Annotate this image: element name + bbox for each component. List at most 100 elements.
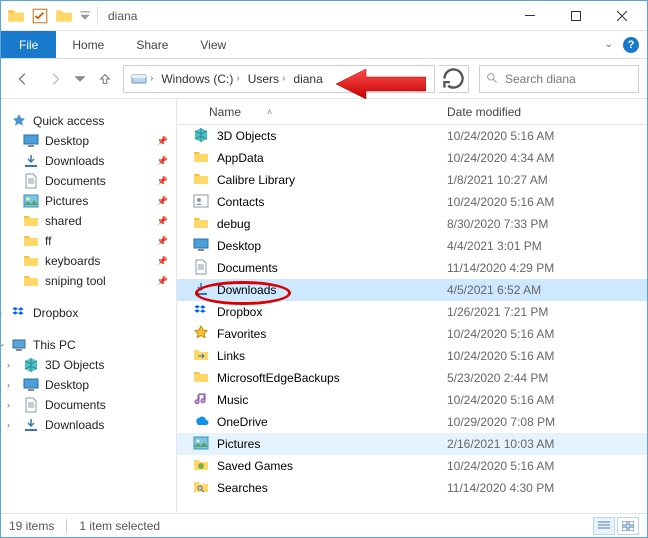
ribbon-expand-icon[interactable]: ⌄ — [605, 39, 613, 50]
qat-dropdown-icon[interactable] — [79, 7, 91, 25]
minimize-button[interactable] — [507, 1, 553, 31]
sidebar-item[interactable]: ff📌 — [1, 231, 176, 251]
sidebar-item[interactable]: › Documents — [1, 395, 176, 415]
breadcrumb-segment[interactable]: diana — [290, 72, 325, 86]
columns-header[interactable]: Name ˄ Date modified — [177, 99, 647, 125]
file-icon — [193, 303, 209, 322]
pin-icon: 📌 — [157, 156, 168, 167]
file-row[interactable]: Favorites 10/24/2020 5:16 AM — [177, 323, 647, 345]
pin-icon: 📌 — [157, 196, 168, 207]
file-row[interactable]: AppData 10/24/2020 4:34 AM — [177, 147, 647, 169]
file-name: 3D Objects — [217, 129, 276, 143]
sidebar-item[interactable]: › Downloads — [1, 415, 176, 435]
sidebar-item[interactable]: Downloads📌 — [1, 151, 176, 171]
file-name: MicrosoftEdgeBackups — [217, 371, 340, 385]
file-tab[interactable]: File — [1, 31, 56, 58]
tab-home[interactable]: Home — [56, 31, 120, 58]
pin-icon: 📌 — [157, 136, 168, 147]
item-icon — [23, 417, 39, 433]
titlebar: diana — [1, 1, 647, 31]
file-name: Dropbox — [217, 305, 262, 319]
file-icon — [193, 259, 209, 278]
sidebar-item-label: keyboards — [45, 254, 100, 268]
sidebar-dropbox[interactable]: › Dropbox — [1, 303, 176, 323]
file-date: 4/4/2021 3:01 PM — [439, 239, 647, 253]
file-row[interactable]: Pictures 2/16/2021 10:03 AM — [177, 433, 647, 455]
star-icon — [11, 113, 27, 129]
sidebar-item[interactable]: keyboards📌 — [1, 251, 176, 271]
file-row[interactable]: Contacts 10/24/2020 5:16 AM — [177, 191, 647, 213]
sidebar-item[interactable]: Desktop📌 — [1, 131, 176, 151]
file-row[interactable]: Links 10/24/2020 5:16 AM — [177, 345, 647, 367]
ribbon: File Home Share View ⌄ ? — [1, 31, 647, 59]
refresh-button[interactable] — [439, 65, 469, 93]
column-name[interactable]: Name ˄ — [177, 105, 439, 119]
view-details-button[interactable] — [593, 517, 615, 535]
tab-view[interactable]: View — [184, 31, 242, 58]
file-row[interactable]: Saved Games 10/24/2020 5:16 AM — [177, 455, 647, 477]
file-row[interactable]: Music 10/24/2020 5:16 AM — [177, 389, 647, 411]
view-large-button[interactable] — [617, 517, 639, 535]
file-row[interactable]: OneDrive 10/29/2020 7:08 PM — [177, 411, 647, 433]
sidebar-item-label: shared — [45, 214, 82, 228]
up-button[interactable] — [91, 65, 119, 93]
sidebar-item[interactable]: sniping tool📌 — [1, 271, 176, 291]
file-date: 10/24/2020 4:34 AM — [439, 151, 647, 165]
navigation-pane[interactable]: Quick access Desktop📌 Downloads📌 Documen… — [1, 99, 177, 513]
sidebar-item[interactable]: › Desktop — [1, 375, 176, 395]
search-input[interactable]: Search diana — [479, 65, 639, 93]
address-dropdown[interactable]: ⌄ — [408, 72, 430, 86]
folder-icon — [7, 7, 25, 25]
back-button[interactable] — [9, 65, 37, 93]
file-row[interactable]: debug 8/30/2020 7:33 PM — [177, 213, 647, 235]
file-name: OneDrive — [217, 415, 268, 429]
item-icon — [23, 357, 39, 373]
file-date: 1/8/2021 10:27 AM — [439, 173, 647, 187]
file-row[interactable]: Documents 11/14/2020 4:29 PM — [177, 257, 647, 279]
tab-share[interactable]: Share — [120, 31, 184, 58]
sidebar-item-label: Documents — [45, 398, 106, 412]
pin-icon: 📌 — [157, 176, 168, 187]
address-bar[interactable]: › Windows (C:)› Users› diana ⌄ — [123, 65, 435, 93]
breadcrumb-segment[interactable]: Users› — [245, 72, 289, 86]
file-row[interactable]: MicrosoftEdgeBackups 5/23/2020 2:44 PM — [177, 367, 647, 389]
qat-properties-icon[interactable] — [31, 7, 49, 25]
column-date[interactable]: Date modified — [439, 105, 647, 119]
file-row[interactable]: 3D Objects 10/24/2020 5:16 AM — [177, 125, 647, 147]
file-name: Searches — [217, 481, 268, 495]
file-date: 5/23/2020 2:44 PM — [439, 371, 647, 385]
sidebar-quick-access[interactable]: Quick access — [1, 111, 176, 131]
sidebar-item[interactable]: shared📌 — [1, 211, 176, 231]
file-name: Saved Games — [217, 459, 293, 473]
file-row[interactable]: Calibre Library 1/8/2021 10:27 AM — [177, 169, 647, 191]
file-icon — [193, 435, 209, 454]
file-date: 2/16/2021 10:03 AM — [439, 437, 647, 451]
sidebar-this-pc[interactable]: › This PC — [1, 335, 176, 355]
sidebar-item[interactable]: › 3D Objects — [1, 355, 176, 375]
sidebar-item-label: Downloads — [45, 418, 104, 432]
dropbox-icon — [11, 305, 27, 321]
file-row[interactable]: Dropbox 1/26/2021 7:21 PM — [177, 301, 647, 323]
file-date: 10/29/2020 7:08 PM — [439, 415, 647, 429]
file-icon — [193, 171, 209, 190]
file-name: debug — [217, 217, 250, 231]
close-button[interactable] — [599, 1, 645, 31]
recent-dropdown[interactable] — [73, 65, 87, 93]
file-date: 10/24/2020 5:16 AM — [439, 459, 647, 473]
file-row[interactable]: Downloads 4/5/2021 6:52 AM — [177, 279, 647, 301]
pin-icon: 📌 — [157, 236, 168, 247]
file-row[interactable]: Searches 11/14/2020 4:30 PM — [177, 477, 647, 499]
sort-asc-icon: ˄ — [267, 107, 272, 117]
file-icon — [193, 193, 209, 212]
sidebar-item[interactable]: Pictures📌 — [1, 191, 176, 211]
item-icon — [23, 273, 39, 289]
file-row[interactable]: Desktop 4/4/2021 3:01 PM — [177, 235, 647, 257]
help-icon[interactable]: ? — [623, 37, 639, 53]
maximize-button[interactable] — [553, 1, 599, 31]
breadcrumb-segment[interactable]: Windows (C:)› — [158, 72, 242, 86]
forward-button[interactable] — [41, 65, 69, 93]
sidebar-item[interactable]: Documents📌 — [1, 171, 176, 191]
file-date: 10/24/2020 5:16 AM — [439, 327, 647, 341]
drive-icon[interactable]: › — [128, 71, 156, 87]
file-icon — [193, 149, 209, 168]
